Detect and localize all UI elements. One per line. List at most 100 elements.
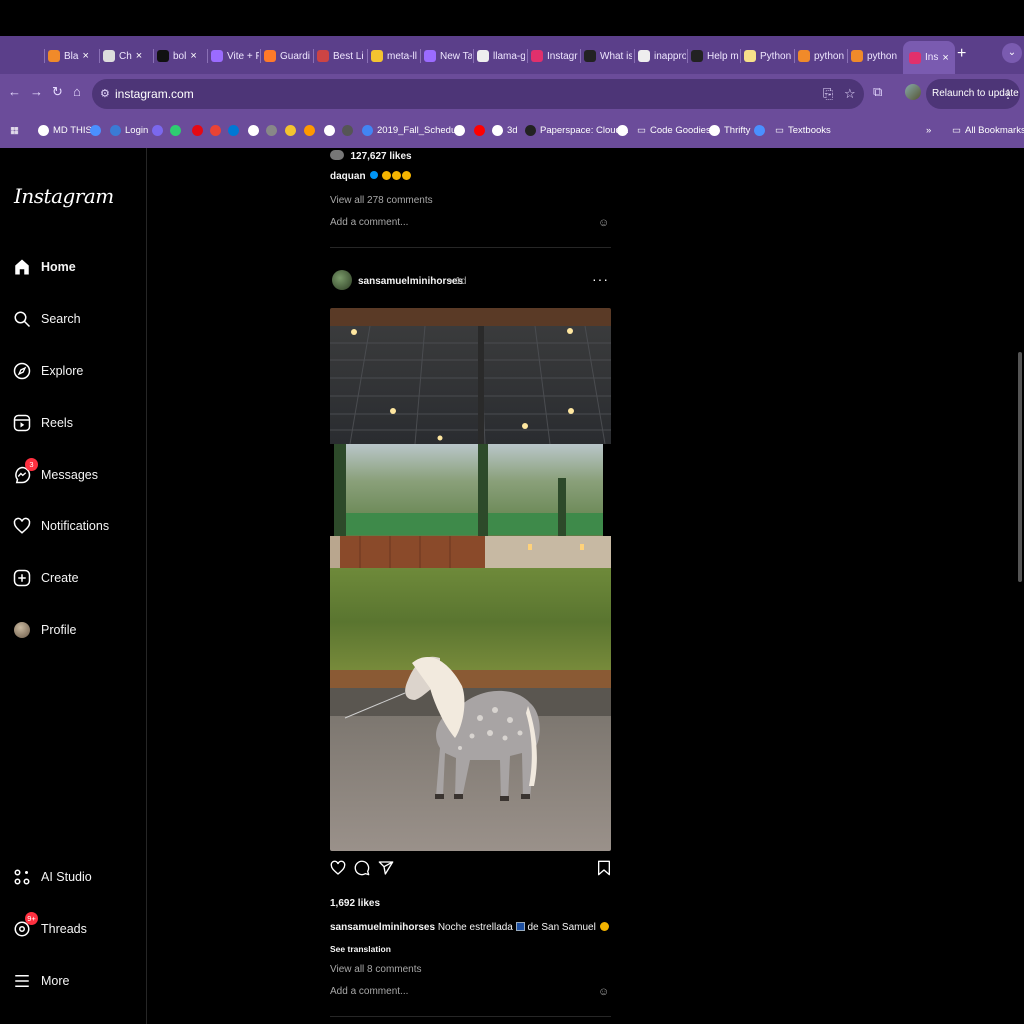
bookmark-item[interactable] [228,125,243,136]
bookmark-star-icon[interactable]: ☆ [844,86,856,102]
all-bookmarks-folder[interactable]: ▭ All Bookmarks [952,125,1024,136]
scrollbar-thumb[interactable] [1018,352,1022,582]
post-avatar[interactable] [332,267,352,293]
prev-post-likes[interactable]: 127,627 likes [350,151,411,162]
like-heart-icon[interactable] [330,860,346,881]
tab-9[interactable]: Instagr [531,44,579,68]
apps-grid-icon[interactable]: ▦ [10,125,19,136]
scrollbar[interactable] [1016,148,1024,1024]
bookmark-item[interactable] [90,125,105,136]
share-send-icon[interactable] [378,860,394,881]
tab-5[interactable]: Best Li [317,44,365,68]
bookmark-favicon-icon [492,125,503,136]
bookmark-item[interactable] [152,125,167,136]
close-tab-icon[interactable]: × [136,50,142,62]
tab-0[interactable]: Bla × [48,44,96,68]
tab-11[interactable]: inappro [638,44,686,68]
new-tab-button[interactable]: + [957,45,966,63]
tab-8[interactable]: llama-g [477,44,525,68]
close-tab-icon[interactable]: × [82,50,88,62]
kebab-menu-icon[interactable]: ⋮ [1002,79,1014,109]
bookmark-item[interactable] [285,125,300,136]
bookmark-item[interactable] [210,125,225,136]
nav-notifications[interactable]: Notifications [12,513,109,539]
bookmark-item[interactable] [170,125,185,136]
add-comment-input[interactable]: Add a comment... [330,986,408,997]
tab-6[interactable]: meta-ll [371,44,419,68]
nav-threads[interactable]: 9+ Threads [12,912,87,942]
emoji-picker-icon[interactable]: ☺ [598,986,609,998]
bookmark-item[interactable] [324,125,339,136]
chrome-profile-avatar[interactable] [905,84,921,100]
nav-reels[interactable]: Reels [12,410,73,436]
home-browser-icon[interactable]: ⌂ [73,84,81,99]
tab-2[interactable]: bol × [157,44,205,68]
nav-ai-studio[interactable]: AI Studio [12,864,92,890]
save-bookmark-icon[interactable] [597,860,611,881]
bookmark-item[interactable] [248,125,263,136]
view-comments-link[interactable]: View all 8 comments [330,964,422,975]
tab-12[interactable]: Help m [691,44,739,68]
bookmark-item[interactable] [304,125,319,136]
post-photo[interactable] [330,308,611,851]
bookmark-item[interactable] [342,125,357,136]
emoji-picker-icon[interactable]: ☺ [598,217,609,229]
bookmark-item[interactable] [474,125,489,136]
tab-instagram-active[interactable]: Ins × [903,41,955,74]
close-tab-icon[interactable]: × [190,50,196,62]
prev-view-comments[interactable]: View all 278 comments [330,195,433,206]
nav-home[interactable]: Home [12,254,76,280]
bookmark-item[interactable]: MD THIS [38,125,92,136]
tab-3[interactable]: Vite + F× [211,44,259,68]
address-bar[interactable]: ⚙ instagram.com ⎘ ☆ [92,79,864,109]
instagram-logo[interactable]: Instagram [14,184,114,208]
more-bookmarks-chevron[interactable]: » [926,125,931,136]
bookmark-item[interactable] [266,125,281,136]
nav-explore[interactable]: Explore [12,358,83,384]
tab-search-chevron-icon[interactable]: ⌄ [1002,43,1022,63]
nav-more[interactable]: More [12,968,69,994]
prev-post-username[interactable]: daquan [330,171,366,182]
install-app-icon[interactable]: ⎘ [823,86,833,102]
bookmarks-bar: ▦ » ▭ All Bookmarks MD THIS Login 2019_Fal… [0,114,1024,148]
extensions-icon[interactable]: ⧉ [873,84,882,100]
tab-4[interactable]: Guardi [264,44,312,68]
nav-profile[interactable]: Profile [12,617,76,643]
tab-10[interactable]: What is [584,44,632,68]
bookmark-item[interactable]: 2019_Fall_Schedu... [362,125,464,136]
tab-1[interactable]: Ch × [103,44,151,68]
see-translation-link[interactable]: See translation [330,944,391,954]
bookmark-item[interactable] [617,125,632,136]
bookmark-favicon-icon [170,125,181,136]
comment-bubble-icon[interactable] [354,860,370,881]
close-tab-icon[interactable]: × [942,52,948,64]
more-options-icon[interactable]: ··· [592,271,609,287]
relaunch-to-update-button[interactable]: Relaunch to update ⋮ [926,79,1020,109]
bookmark-item[interactable] [454,125,469,136]
tab-favicon-icon [264,50,276,62]
caption-username[interactable]: sansamuelminihorses [330,922,435,933]
bookmark-item[interactable] [192,125,207,136]
bookmark-item[interactable]: Paperspace: Cloud... [525,125,629,136]
bookmark-item[interactable]: ▭ Code Goodies [637,125,711,136]
nav-messages[interactable]: 3 Messages [12,458,98,488]
tab-14[interactable]: python [798,44,846,68]
site-info-icon[interactable]: ⚙ [100,87,110,100]
url-text[interactable]: instagram.com [115,87,194,101]
nav-search[interactable]: Search [12,306,81,332]
back-arrow-icon[interactable]: ← [8,84,21,99]
tab-7[interactable]: New Ta [424,44,472,68]
reload-icon[interactable]: ↻ [52,84,63,100]
prev-add-comment-input[interactable]: Add a comment... [330,217,408,228]
bookmark-item[interactable]: Login [110,125,148,136]
tab-13[interactable]: Python [744,44,792,68]
bookmark-item[interactable]: ▭ Textbooks [775,125,831,136]
forward-arrow-icon[interactable]: → [30,84,43,99]
bookmark-item[interactable] [754,125,769,136]
post-username[interactable]: sansamuelminihorses [358,276,463,287]
post-likes[interactable]: 1,692 likes [330,898,380,909]
bookmark-item[interactable]: 3d [492,125,518,136]
tab-15[interactable]: python [851,44,899,68]
bookmark-item[interactable]: Thrifty [709,125,750,136]
nav-create[interactable]: Create [12,565,79,591]
